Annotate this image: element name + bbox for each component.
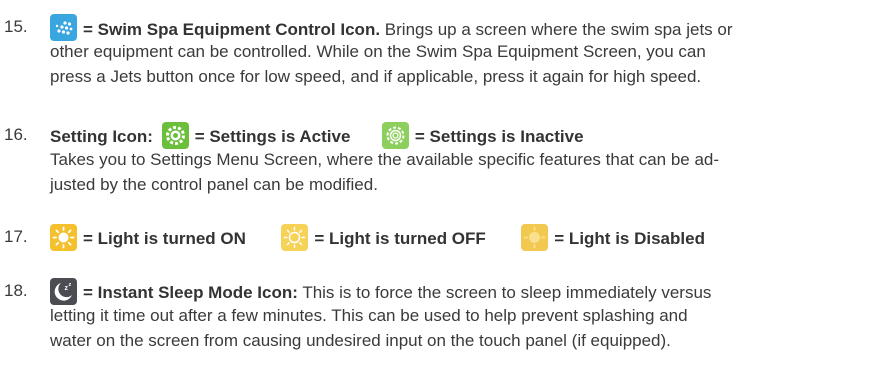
item-16-text-line: justed by the control panel can be modif… <box>50 175 378 194</box>
item-15-text-line: Brings up a screen where the swim spa je… <box>384 20 733 39</box>
item-18-title: = Instant Sleep Mode Icon: <box>83 283 298 302</box>
item-15-text-line: press a Jets button once for low speed, … <box>50 67 702 86</box>
settings-active-text: = Settings is Active <box>194 127 351 146</box>
item-15-title: = Swim Spa Equipment Control Icon. <box>83 20 381 39</box>
item-16-text-line: Takes you to Settings Menu Screen, where… <box>50 150 720 169</box>
manual-page: 15. = Swim Spa Equipment Control Icon. B… <box>0 0 888 369</box>
svg-text:z: z <box>69 282 72 288</box>
setting-icon-label: Setting Icon: <box>50 127 153 146</box>
light-on-icon <box>50 224 77 251</box>
settings-inactive-text: = Settings is Inactive <box>414 127 584 146</box>
item-number: 17. <box>4 227 28 246</box>
light-on-text: = Light is turned ON <box>83 229 246 248</box>
light-disabled-icon <box>521 224 549 251</box>
item-18-text-line: water on the screen from causing undesir… <box>50 331 671 350</box>
light-off-text: = Light is turned OFF <box>314 229 486 248</box>
sleep-mode-icon: z z <box>50 278 77 305</box>
swim-spa-jets-icon <box>50 14 77 41</box>
item-number: 15. <box>4 17 28 36</box>
item-number: 16. <box>4 125 28 144</box>
item-15-text-line: other equipment can be controlled. While… <box>50 42 706 61</box>
light-off-icon <box>281 224 309 251</box>
settings-inactive-icon <box>381 122 409 149</box>
light-disabled-text: = Light is Disabled <box>554 229 705 248</box>
item-number: 18. <box>4 281 28 300</box>
settings-active-icon <box>161 122 189 149</box>
item-18-text-line: letting it time out after a few minutes.… <box>50 306 688 325</box>
item-18-text-line: This is to force the screen to sleep imm… <box>302 283 712 302</box>
